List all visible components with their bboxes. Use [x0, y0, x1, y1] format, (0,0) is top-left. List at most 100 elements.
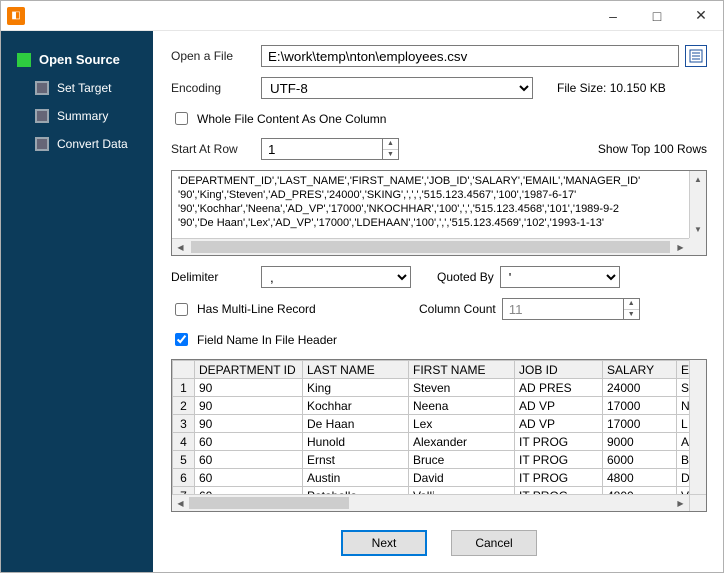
column-header[interactable]: JOB ID — [515, 361, 603, 379]
sidebar-item-open-source[interactable]: Open Source — [1, 45, 153, 74]
table-cell[interactable]: AD VP — [515, 415, 603, 433]
spinner-up-icon[interactable]: ▲ — [624, 299, 639, 309]
sidebar-item-label: Convert Data — [57, 137, 128, 151]
delimiter-label: Delimiter — [171, 270, 255, 284]
row-header[interactable]: 2 — [173, 397, 195, 415]
close-button[interactable]: ✕ — [679, 1, 723, 30]
table-horizontal-scrollbar[interactable]: ◀ ▶ — [172, 494, 689, 511]
browse-file-button[interactable] — [685, 45, 707, 67]
titlebar: ◧ – □ ✕ — [1, 1, 723, 31]
quoted-by-label: Quoted By — [437, 270, 494, 284]
quoted-by-select[interactable]: ' — [500, 266, 620, 288]
table-cell[interactable]: 9000 — [603, 433, 677, 451]
table-cell[interactable]: IT PROG — [515, 433, 603, 451]
start-row-spinner[interactable]: ▲ ▼ — [261, 138, 399, 160]
sidebar-item-convert-data[interactable]: Convert Data — [1, 130, 153, 158]
step-indicator-icon — [35, 109, 49, 123]
encoding-label: Encoding — [171, 81, 255, 95]
field-header-checkbox[interactable] — [175, 333, 188, 346]
show-top-rows-label: Show Top 100 Rows — [598, 142, 707, 156]
row-header[interactable]: 1 — [173, 379, 195, 397]
next-button[interactable]: Next — [341, 530, 427, 556]
table-cell[interactable]: AD VP — [515, 397, 603, 415]
preview-content: 'DEPARTMENT_ID','LAST_NAME','FIRST_NAME'… — [172, 171, 689, 238]
sidebar-item-label: Set Target — [57, 81, 111, 95]
row-header[interactable]: 5 — [173, 451, 195, 469]
step-indicator-icon — [35, 137, 49, 151]
start-row-input[interactable] — [262, 139, 382, 159]
table-cell[interactable]: Bruce — [409, 451, 515, 469]
preview-vertical-scrollbar[interactable]: ▲ ▼ — [689, 171, 706, 238]
table-cell[interactable]: Alexander — [409, 433, 515, 451]
field-header-label: Field Name In File Header — [197, 333, 337, 347]
scroll-right-icon[interactable]: ▶ — [672, 239, 689, 255]
scroll-down-icon[interactable]: ▼ — [690, 221, 706, 238]
data-table: DEPARTMENT IDLAST NAMEFIRST NAMEJOB IDSA… — [171, 359, 707, 512]
table-cell[interactable]: David — [409, 469, 515, 487]
row-header[interactable]: 6 — [173, 469, 195, 487]
table-cell[interactable]: 17000 — [603, 415, 677, 433]
file-preview: 'DEPARTMENT_ID','LAST_NAME','FIRST_NAME'… — [171, 170, 707, 256]
app-icon: ◧ — [7, 7, 25, 25]
table-cell[interactable]: Steven — [409, 379, 515, 397]
delimiter-select[interactable]: , — [261, 266, 411, 288]
maximize-button[interactable]: □ — [635, 1, 679, 30]
scroll-left-icon[interactable]: ◀ — [172, 239, 189, 255]
table-cell[interactable]: 4800 — [603, 469, 677, 487]
table-cell[interactable]: IT PROG — [515, 451, 603, 469]
spinner-down-icon[interactable]: ▼ — [624, 309, 639, 320]
scroll-right-icon[interactable]: ▶ — [672, 495, 689, 511]
column-header[interactable]: LAST NAME — [303, 361, 409, 379]
open-file-label: Open a File — [171, 49, 255, 63]
table-cell[interactable]: AD PRES — [515, 379, 603, 397]
row-header[interactable]: 4 — [173, 433, 195, 451]
file-size-text: File Size: 10.150 KB — [557, 81, 666, 95]
table-vertical-scrollbar[interactable] — [689, 360, 706, 494]
sidebar-item-set-target[interactable]: Set Target — [1, 74, 153, 102]
spinner-up-icon[interactable]: ▲ — [383, 139, 398, 149]
whole-file-checkbox[interactable] — [175, 112, 188, 125]
whole-file-label: Whole File Content As One Column — [197, 112, 386, 126]
file-path-input[interactable] — [261, 45, 679, 67]
scroll-up-icon[interactable]: ▲ — [690, 171, 706, 188]
table-cell[interactable]: Neena — [409, 397, 515, 415]
step-indicator-icon — [17, 53, 31, 67]
table-cell[interactable]: Kochhar — [303, 397, 409, 415]
table-cell[interactable]: 60 — [195, 469, 303, 487]
table-cell[interactable]: 6000 — [603, 451, 677, 469]
table-cell[interactable]: King — [303, 379, 409, 397]
table-cell[interactable]: 90 — [195, 379, 303, 397]
preview-horizontal-scrollbar[interactable]: ◀ ▶ — [172, 238, 689, 255]
sidebar: Open Source Set Target Summary Convert D… — [1, 31, 153, 572]
table-cell[interactable]: Hunold — [303, 433, 409, 451]
sidebar-item-label: Open Source — [39, 52, 120, 67]
minimize-button[interactable]: – — [591, 1, 635, 30]
table-cell[interactable]: 60 — [195, 433, 303, 451]
table-cell[interactable]: 90 — [195, 397, 303, 415]
scroll-left-icon[interactable]: ◀ — [172, 495, 189, 511]
step-indicator-icon — [35, 81, 49, 95]
sidebar-item-label: Summary — [57, 109, 108, 123]
sidebar-item-summary[interactable]: Summary — [1, 102, 153, 130]
row-header[interactable]: 3 — [173, 415, 195, 433]
table-cell[interactable]: 90 — [195, 415, 303, 433]
table-cell[interactable]: IT PROG — [515, 469, 603, 487]
column-header[interactable]: FIRST NAME — [409, 361, 515, 379]
table-cell[interactable]: De Haan — [303, 415, 409, 433]
table-cell[interactable]: 24000 — [603, 379, 677, 397]
table-cell[interactable]: 60 — [195, 451, 303, 469]
column-header[interactable]: SALARY — [603, 361, 677, 379]
table-cell[interactable]: Lex — [409, 415, 515, 433]
column-count-label: Column Count — [419, 302, 496, 316]
column-count-spinner[interactable]: ▲ ▼ — [502, 298, 640, 320]
table-cell[interactable]: 17000 — [603, 397, 677, 415]
column-header[interactable]: DEPARTMENT ID — [195, 361, 303, 379]
spinner-down-icon[interactable]: ▼ — [383, 149, 398, 160]
multiline-label: Has Multi-Line Record — [197, 302, 316, 316]
column-count-input[interactable] — [503, 299, 623, 319]
multiline-checkbox[interactable] — [175, 303, 188, 316]
cancel-button[interactable]: Cancel — [451, 530, 537, 556]
table-cell[interactable]: Ernst — [303, 451, 409, 469]
encoding-select[interactable]: UTF-8 — [261, 77, 533, 99]
table-cell[interactable]: Austin — [303, 469, 409, 487]
